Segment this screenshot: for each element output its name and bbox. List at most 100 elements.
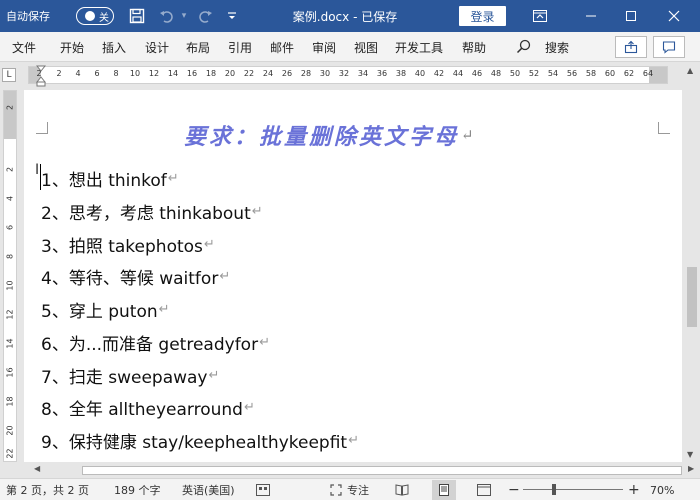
ruler-number: 22	[243, 69, 255, 78]
tab-file[interactable]: 文件	[12, 32, 36, 62]
tab-developer[interactable]: 开发工具	[395, 32, 443, 62]
ribbon-display-options-icon[interactable]	[527, 0, 553, 32]
page-count[interactable]: 第 2 页，共 2 页	[6, 479, 89, 500]
ruler-number: 34	[357, 69, 369, 78]
tab-review[interactable]: 审阅	[312, 32, 336, 62]
login-button[interactable]: 登录	[459, 6, 506, 26]
scroll-right-icon[interactable]: ▶	[688, 464, 694, 473]
read-mode-icon[interactable]	[395, 479, 411, 500]
list-item[interactable]: 8、全年 alltheyearround ↵	[41, 394, 255, 420]
tab-design[interactable]: 设计	[145, 32, 169, 62]
close-icon[interactable]	[661, 0, 687, 32]
undo-icon[interactable]	[156, 0, 178, 32]
list-item[interactable]: 6、为...而准备 getreadyfor ↵	[41, 329, 270, 355]
paragraph-mark-icon: ↵	[348, 432, 359, 448]
ruler-number: 62	[623, 69, 635, 78]
vruler-number: 2	[5, 104, 15, 111]
ruler-number: 46	[471, 69, 483, 78]
word-count[interactable]: 189 个字	[114, 479, 161, 500]
list-item[interactable]: 7、扫走 sweepaway ↵	[41, 362, 219, 388]
vertical-scroll-thumb[interactable]	[687, 267, 697, 327]
search-icon[interactable]	[516, 39, 532, 55]
tab-view[interactable]: 视图	[354, 32, 378, 62]
ruler-number: 44	[452, 69, 464, 78]
focus-mode-label[interactable]: 专注	[347, 479, 369, 500]
zoom-slider[interactable]	[523, 489, 623, 490]
ruler-number: 42	[433, 69, 445, 78]
document-page[interactable]: 要求：批量删除英文字母 ↵ I 1、想出 thinkof ↵ 2、思考，考虑 thi…	[24, 90, 682, 462]
ruler-number: 48	[490, 69, 502, 78]
vruler-number: 16	[5, 367, 15, 378]
ruler-number: 64	[642, 69, 654, 78]
tab-help[interactable]: 帮助	[462, 32, 486, 62]
list-item-text: 9、保持健康 stay/keephealthykeepfit	[41, 432, 348, 453]
list-item[interactable]: 1、想出 thinkof ↵	[41, 165, 179, 191]
ruler-number: 2	[56, 69, 62, 78]
vertical-ruler[interactable]: 2 2 4 6 8 10 12 14 16 18 20 22	[3, 90, 17, 462]
ruler-number: 28	[300, 69, 312, 78]
ruler-number: 24	[262, 69, 274, 78]
list-item-text: 2、思考，考虑 thinkabout	[41, 203, 251, 224]
zoom-out-icon[interactable]: −	[508, 479, 520, 500]
macro-record-icon[interactable]	[256, 479, 272, 500]
vruler-number: 22	[5, 448, 15, 459]
vertical-scrollbar[interactable]: ▲ ▼	[684, 62, 700, 462]
undo-dropdown-icon[interactable]: ▾	[178, 0, 190, 32]
ruler-number: 52	[528, 69, 540, 78]
ruler-number: 20	[224, 69, 236, 78]
scroll-down-icon[interactable]: ▼	[687, 450, 693, 459]
title-bar: 自动保存 关 ▾ 案例.docx - 已保存 登录	[0, 0, 700, 32]
save-icon[interactable]	[126, 0, 148, 32]
tab-selector[interactable]: L	[2, 68, 16, 82]
list-item[interactable]: 2、思考，考虑 thinkabout ↵	[41, 198, 263, 224]
focus-icon[interactable]	[330, 479, 346, 500]
tab-references[interactable]: 引用	[228, 32, 252, 62]
paragraph-mark-icon: ↵	[158, 301, 170, 317]
scroll-left-icon[interactable]: ◀	[34, 464, 40, 473]
horizontal-ruler[interactable]: 2 2 4 6 8 10 12 14 16 18 20 22 24 26 28 …	[28, 66, 668, 84]
ruler-number: 18	[205, 69, 217, 78]
list-item[interactable]: 9、保持健康 stay/keephealthykeepfit ↵	[41, 427, 359, 453]
print-layout-icon[interactable]	[432, 480, 456, 500]
vruler-number: 14	[5, 338, 15, 349]
ruler-number: 50	[509, 69, 521, 78]
autosave-toggle[interactable]: 关	[76, 7, 114, 25]
comments-button[interactable]	[653, 36, 685, 58]
horizontal-scrollbar[interactable]: ◀ ▶	[24, 462, 700, 478]
vruler-number: 2	[5, 166, 15, 173]
vruler-number: 4	[5, 195, 15, 202]
list-item-text: 3、拍照 takephotos	[41, 236, 203, 257]
web-layout-icon[interactable]	[477, 479, 493, 500]
tab-home[interactable]: 开始	[60, 32, 84, 62]
maximize-icon[interactable]	[618, 0, 644, 32]
list-item-text: 5、穿上 puton	[41, 301, 158, 322]
list-item[interactable]: 3、拍照 takephotos ↵	[41, 231, 215, 257]
tab-insert[interactable]: 插入	[102, 32, 126, 62]
horizontal-scroll-thumb[interactable]	[82, 466, 682, 475]
zoom-level[interactable]: 70%	[650, 479, 674, 500]
tab-mailings[interactable]: 邮件	[270, 32, 294, 62]
indent-marker-icon[interactable]	[35, 62, 47, 88]
minimize-icon[interactable]	[578, 0, 604, 32]
language-indicator[interactable]: 英语(美国)	[182, 479, 235, 500]
vruler-number: 12	[5, 309, 15, 320]
ruler-number: 4	[75, 69, 81, 78]
ruler-number: 54	[547, 69, 559, 78]
vruler-number: 8	[5, 253, 15, 260]
horizontal-ruler-row: L 2 2 4 6 8 10 12 14 16 18 20 22 24 26 2…	[0, 62, 700, 88]
customize-toolbar-icon[interactable]	[224, 0, 240, 32]
search-label[interactable]: 搜索	[545, 32, 569, 62]
heading-text: 要求：批量删除英文字母	[184, 124, 460, 150]
tab-layout[interactable]: 布局	[186, 32, 210, 62]
zoom-slider-thumb[interactable]	[552, 484, 556, 495]
vruler-number: 6	[5, 224, 15, 231]
list-item[interactable]: 4、等待、等候 waitfor ↵	[41, 263, 230, 289]
zoom-in-icon[interactable]: +	[628, 479, 640, 500]
list-item[interactable]: 5、穿上 puton ↵	[41, 296, 170, 322]
scroll-up-icon[interactable]: ▲	[687, 66, 693, 75]
ruler-number: 14	[167, 69, 179, 78]
share-button[interactable]	[615, 36, 647, 58]
autosave-state: 关	[99, 12, 109, 24]
document-heading: 要求：批量删除英文字母 ↵	[184, 120, 474, 150]
redo-icon[interactable]	[194, 0, 216, 32]
